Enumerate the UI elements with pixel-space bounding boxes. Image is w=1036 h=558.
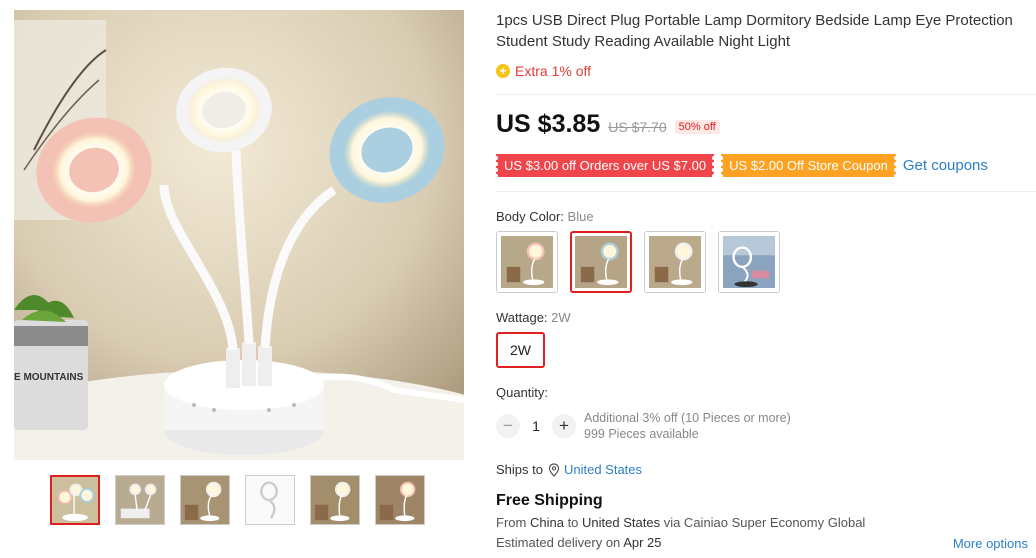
wattage-option-2w[interactable]: 2W xyxy=(496,332,545,368)
thumbnail-6[interactable] xyxy=(375,475,425,525)
to-word: to xyxy=(567,515,579,530)
quantity-plus-button[interactable]: + xyxy=(552,414,576,438)
quantity-label: Quantity: xyxy=(496,385,549,400)
ships-to-country-link[interactable]: United States xyxy=(564,462,642,477)
quantity-input[interactable]: 1 xyxy=(520,418,552,434)
product-title: 1pcs USB Direct Plug Portable Lamp Dormi… xyxy=(496,12,1013,50)
divider xyxy=(496,94,1036,95)
more-options-link[interactable]: More options xyxy=(953,536,1028,551)
thumbnail-2[interactable] xyxy=(115,475,165,525)
shipping-route: From China to United States via Cainiao … xyxy=(496,515,865,530)
quantity-minus-button[interactable]: − xyxy=(496,414,520,438)
from-prefix: From xyxy=(496,515,527,530)
bulk-discount-text: Additional 3% off (10 Pieces or more) xyxy=(584,411,791,425)
color-swatch-1[interactable] xyxy=(496,231,558,293)
ships-to: Ships to United States xyxy=(496,462,642,477)
color-swatch-3[interactable] xyxy=(644,231,706,293)
body-color-selected: Blue xyxy=(567,209,594,224)
extra-discount[interactable]: + Extra 1% off xyxy=(496,62,591,80)
est-date: Apr 25 xyxy=(623,535,662,550)
price-row: US $3.85 US $7.70 50% off xyxy=(496,110,720,139)
coupon-row: US $3.00 off Orders over US $7.00 US $2.… xyxy=(493,154,988,177)
free-shipping-title: Free Shipping xyxy=(496,492,603,509)
ships-to-label: Ships to xyxy=(496,462,543,477)
coupon-order-discount[interactable]: US $3.00 off Orders over US $7.00 xyxy=(493,154,717,177)
get-coupons-link[interactable]: Get coupons xyxy=(903,157,988,174)
divider xyxy=(496,191,1036,192)
color-swatch-4[interactable] xyxy=(718,231,780,293)
wattage-label-text: Wattage: xyxy=(496,310,548,325)
thumbnail-1[interactable] xyxy=(50,475,100,525)
wattage-selected: 2W xyxy=(551,310,571,325)
to-country: United States xyxy=(582,515,661,530)
body-color-label-text: Body Color: xyxy=(496,209,564,224)
thumbnail-4[interactable] xyxy=(245,475,295,525)
thumbnail-3[interactable] xyxy=(180,475,230,525)
thumbnail-strip xyxy=(50,475,430,529)
current-price: US $3.85 xyxy=(496,110,601,138)
main-product-image[interactable]: E MOUNTAINS xyxy=(14,10,464,460)
thumbnail-5[interactable] xyxy=(310,475,360,525)
coin-icon: + xyxy=(496,64,510,78)
original-price: US $7.70 xyxy=(608,119,667,135)
shipping-method: via Cainiao Super Economy Global xyxy=(663,515,866,530)
quantity-info: Additional 3% off (10 Pieces or more) 99… xyxy=(584,410,791,442)
pot-label-text: E MOUNTAINS xyxy=(14,372,84,383)
wattage-label: Wattage: 2W xyxy=(496,310,571,325)
extra-discount-label: Extra 1% off xyxy=(515,63,592,79)
estimated-delivery: Estimated delivery on Apr 25 xyxy=(496,535,662,550)
body-color-label: Body Color: Blue xyxy=(496,209,594,224)
color-swatch-blue[interactable] xyxy=(570,231,632,293)
est-prefix: Estimated delivery on xyxy=(496,535,621,550)
location-pin-icon xyxy=(548,462,560,477)
discount-badge: 50% off xyxy=(674,120,720,134)
from-country: China xyxy=(529,515,564,530)
quantity-stepper: − 1 + xyxy=(496,414,576,438)
stock-available-text: 999 Pieces available xyxy=(584,427,699,441)
coupon-store[interactable]: US $2.00 Off Store Coupon xyxy=(719,154,898,177)
